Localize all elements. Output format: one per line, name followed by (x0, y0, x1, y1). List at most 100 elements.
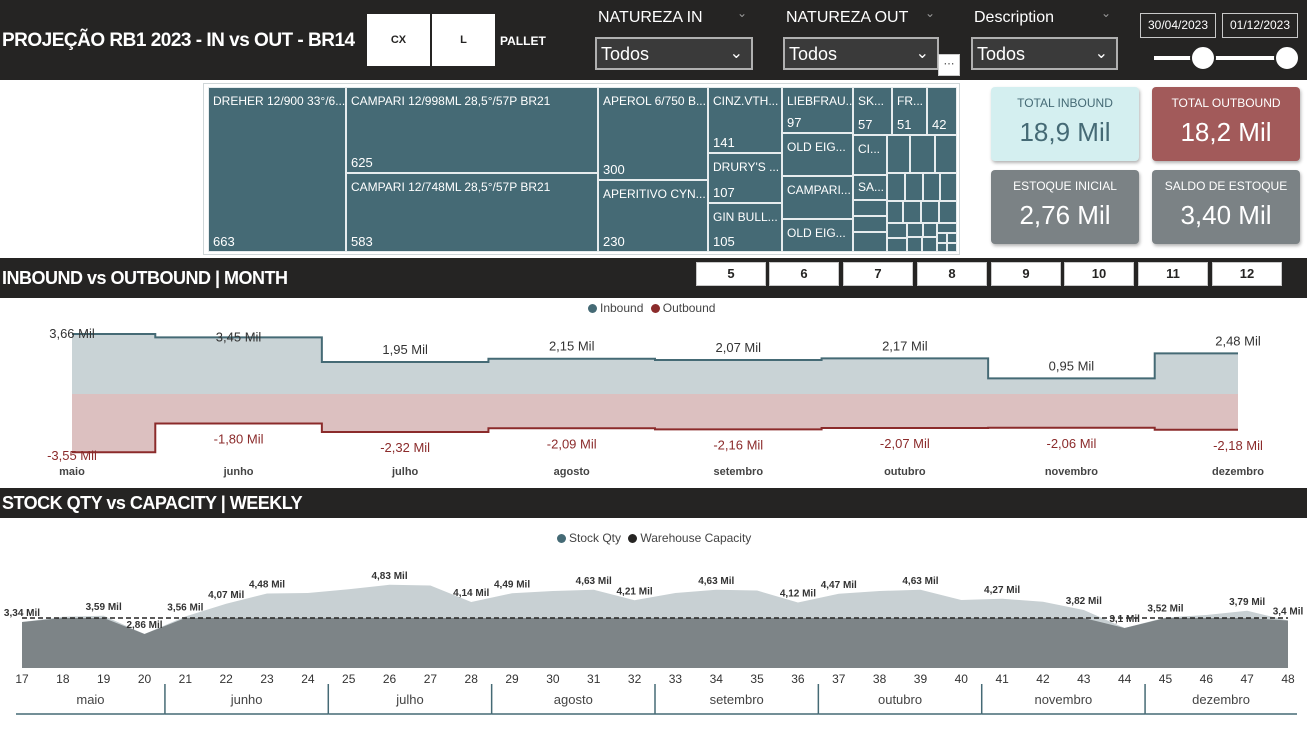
unit-cx-button[interactable]: CX (367, 14, 430, 66)
month-button[interactable]: 9 (991, 262, 1061, 286)
x-tick-label: junho (223, 466, 254, 478)
slider-end-handle[interactable] (1274, 45, 1300, 71)
treemap-tile[interactable]: OLD EIG... (782, 219, 853, 252)
date-range-slider[interactable] (1154, 56, 1294, 60)
week-tick-label: 45 (1159, 672, 1173, 686)
week-tick-label: 46 (1200, 672, 1214, 686)
outbound-data-label: -2,18 Mil (1213, 438, 1263, 453)
treemap-tile[interactable]: FR... 51 (892, 87, 927, 135)
kpi-value: 18,2 Mil (1180, 117, 1272, 147)
legend-swatch (557, 534, 566, 543)
treemap-tile[interactable] (887, 238, 907, 252)
treemap-tile[interactable] (947, 233, 957, 243)
stock-data-label: 3,4 Mil (1273, 607, 1304, 618)
treemap-tile[interactable] (939, 201, 957, 223)
treemap-tile[interactable] (907, 237, 922, 252)
chevron-down-icon[interactable]: ⌄ (1101, 6, 1111, 20)
month-group-label: setembro (710, 692, 764, 707)
treemap-tile[interactable]: SK... 57 (853, 87, 892, 135)
treemap-tile[interactable]: CAMPARI 12/748ML 28,5°/57P BR21 583 (346, 173, 598, 252)
stock-data-label: 4,63 Mil (902, 576, 938, 587)
month-button[interactable]: 11 (1138, 262, 1208, 286)
month-button[interactable]: 12 (1212, 262, 1282, 286)
treemap-tile[interactable] (935, 135, 957, 173)
stock-data-label: 4,07 Mil (208, 590, 244, 601)
treemap-tile[interactable]: APERITIVO CYN... 230 (598, 180, 708, 252)
treemap-tile[interactable] (947, 243, 957, 252)
treemap-tile[interactable] (937, 233, 947, 243)
outbound-data-label: -2,16 Mil (713, 437, 763, 452)
week-tick-label: 48 (1281, 672, 1295, 686)
stock-data-label: 2,86 Mil (126, 620, 162, 631)
natureza-out-dropdown[interactable]: Todos ⌄ (783, 37, 939, 70)
treemap-tile[interactable]: CAMPARI... (782, 176, 853, 219)
x-tick-label: maio (59, 466, 85, 478)
treemap-tile[interactable] (887, 201, 903, 223)
date-start-input[interactable]: 30/04/2023 (1140, 13, 1216, 38)
month-button[interactable]: 10 (1064, 262, 1134, 286)
date-end-input[interactable]: 01/12/2023 (1222, 13, 1298, 38)
stock-data-label: 3,56 Mil (167, 603, 203, 614)
treemap-tile[interactable]: CINZ.VTH... 141 (708, 87, 782, 153)
tile-label: OLD EIG... (787, 140, 846, 154)
treemap-tile[interactable]: GIN BULL... 105 (708, 203, 782, 252)
treemap-tile[interactable] (937, 223, 957, 233)
week-tick-label: 27 (424, 672, 438, 686)
treemap-tile[interactable] (887, 223, 907, 238)
stock-data-label: 4,49 Mil (494, 579, 530, 590)
kpi-saldo-de-estoque: SALDO DE ESTOQUE 3,40 Mil (1152, 170, 1300, 244)
week-tick-label: 21 (179, 672, 193, 686)
treemap-tile[interactable]: 42 (927, 87, 957, 135)
unit-l-button[interactable]: L (432, 14, 495, 66)
treemap-tile[interactable] (907, 223, 923, 237)
treemap-tile[interactable] (905, 173, 923, 201)
month-button[interactable]: 5 (696, 262, 766, 286)
week-tick-label: 29 (505, 672, 519, 686)
treemap-tile[interactable] (910, 135, 935, 173)
treemap-tile[interactable] (903, 201, 921, 223)
treemap-tile[interactable]: DREHER 12/900 33°/6... 663 (208, 87, 346, 252)
treemap-tile[interactable]: CI... (853, 135, 887, 175)
natureza-in-dropdown[interactable]: Todos ⌄ (595, 37, 753, 70)
treemap-tile[interactable] (940, 173, 957, 201)
treemap-tile[interactable]: DRURY'S ... 107 (708, 153, 782, 203)
chevron-down-icon[interactable]: ⌄ (737, 6, 747, 20)
kpi-total-inbound: TOTAL INBOUND 18,9 Mil (991, 87, 1139, 161)
treemap-tile[interactable] (923, 223, 937, 237)
treemap-tile[interactable] (887, 135, 910, 173)
treemap-tile[interactable] (853, 216, 887, 232)
inbound-data-label: 2,48 Mil (1215, 333, 1261, 348)
treemap-tile[interactable]: CAMPARI 12/998ML 28,5°/57P BR21 625 (346, 87, 598, 173)
tile-label: CAMPARI... (787, 183, 851, 197)
month-button[interactable]: 8 (917, 262, 987, 286)
x-tick-label: outubro (884, 466, 926, 478)
treemap-tile[interactable] (922, 237, 937, 252)
treemap-tile[interactable]: LIEBFRAU... 97 (782, 87, 853, 133)
chevron-down-icon[interactable]: ⌄ (925, 6, 935, 20)
treemap-tile[interactable] (923, 173, 940, 201)
treemap-tile[interactable]: SA... (853, 175, 887, 200)
treemap-tile[interactable] (887, 173, 905, 201)
week-tick-label: 19 (97, 672, 111, 686)
treemap-tile[interactable] (853, 200, 887, 216)
section-stock-capacity-header: STOCK QTY vs CAPACITY | WEEKLY (0, 488, 1307, 518)
month-button[interactable]: 6 (769, 262, 839, 286)
week-tick-label: 24 (301, 672, 315, 686)
month-button[interactable]: 7 (843, 262, 913, 286)
treemap-tile[interactable] (921, 201, 939, 223)
stock-data-label: 4,21 Mil (617, 586, 653, 597)
treemap-tile[interactable]: OLD EIG... (782, 133, 853, 176)
slider-start-handle[interactable] (1190, 45, 1216, 71)
tile-value: 230 (603, 234, 625, 249)
unit-pallet-button[interactable]: PALLET (500, 34, 546, 48)
treemap-tile[interactable] (937, 243, 947, 252)
treemap-tile[interactable]: APEROL 6/750 B... 300 (598, 87, 708, 180)
legend-swatch (650, 304, 660, 313)
more-options-icon[interactable]: ⋯ (938, 54, 960, 76)
month-group-label: dezembro (1192, 692, 1250, 707)
description-dropdown[interactable]: Todos ⌄ (971, 37, 1118, 70)
slicer-natureza-out-label: NATUREZA OUT (786, 9, 909, 26)
week-tick-label: 23 (260, 672, 274, 686)
treemap-tile[interactable] (853, 232, 887, 252)
x-tick-label: novembro (1045, 466, 1098, 478)
